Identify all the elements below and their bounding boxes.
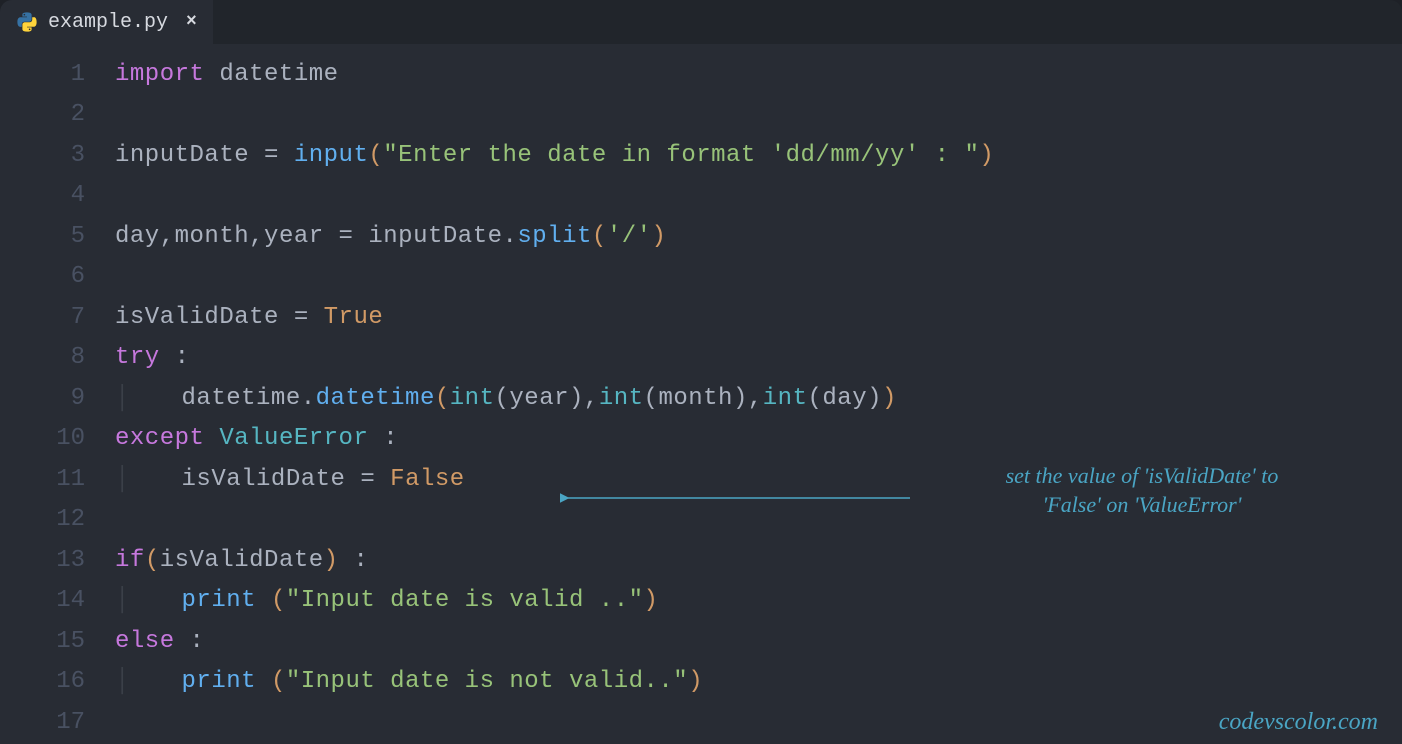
code-editor[interactable]: 1 import datetime 2 3 inputDate = input(… xyxy=(0,44,1402,744)
code-line: 1 import datetime xyxy=(0,54,1402,95)
line-number: 9 xyxy=(0,385,115,412)
code-line: 17 xyxy=(0,702,1402,743)
code-line: 4 xyxy=(0,176,1402,217)
code-line: 8 try : xyxy=(0,338,1402,379)
line-number: 8 xyxy=(0,344,115,371)
code-line: 6 xyxy=(0,257,1402,298)
watermark: codevscolor.com xyxy=(1219,709,1378,736)
annotation-text: set the value of 'isValidDate' to 'False… xyxy=(912,462,1372,519)
code-line: 2 xyxy=(0,95,1402,136)
close-icon[interactable]: × xyxy=(186,12,197,32)
code-line: 9 │ datetime.datetime(int(year),int(mont… xyxy=(0,378,1402,419)
code-line: 3 inputDate = input("Enter the date in f… xyxy=(0,135,1402,176)
line-number: 14 xyxy=(0,587,115,614)
tab-filename: example.py xyxy=(48,11,168,34)
code-line: 16 │ print ("Input date is not valid..") xyxy=(0,662,1402,703)
line-number: 5 xyxy=(0,223,115,250)
line-number: 11 xyxy=(0,466,115,493)
line-number: 17 xyxy=(0,709,115,736)
code-line: 10 except ValueError : xyxy=(0,419,1402,460)
python-icon xyxy=(16,11,38,33)
line-number: 4 xyxy=(0,182,115,209)
line-number: 12 xyxy=(0,506,115,533)
line-number: 10 xyxy=(0,425,115,452)
line-number: 13 xyxy=(0,547,115,574)
line-number: 7 xyxy=(0,304,115,331)
code-line: 15 else : xyxy=(0,621,1402,662)
line-number: 15 xyxy=(0,628,115,655)
code-line: 7 isValidDate = True xyxy=(0,297,1402,338)
code-line: 13 if(isValidDate) : xyxy=(0,540,1402,581)
line-number: 2 xyxy=(0,101,115,128)
line-number: 6 xyxy=(0,263,115,290)
line-number: 3 xyxy=(0,142,115,169)
code-line: 5 day,month,year = inputDate.split('/') xyxy=(0,216,1402,257)
file-tab[interactable]: example.py × xyxy=(0,0,213,44)
code-line: 14 │ print ("Input date is valid ..") xyxy=(0,581,1402,622)
line-number: 1 xyxy=(0,61,115,88)
tab-bar: example.py × xyxy=(0,0,1402,44)
line-number: 16 xyxy=(0,668,115,695)
